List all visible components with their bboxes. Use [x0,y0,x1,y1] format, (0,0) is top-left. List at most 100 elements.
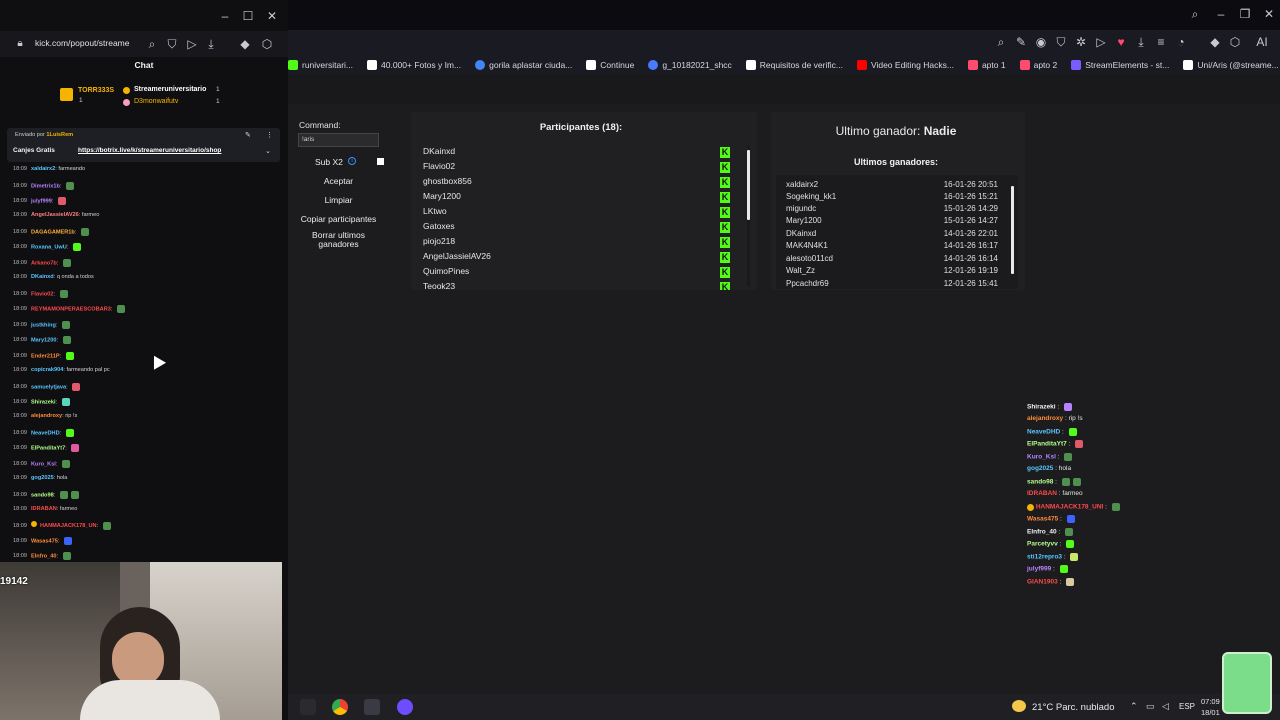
bookmark-item[interactable]: g_10182021_shcc [648,60,732,70]
bookmark-item[interactable]: Uni/Aris (@streame... [1183,60,1279,70]
play-icon[interactable]: ▷ [1094,35,1108,49]
participant-row[interactable]: DKainxd K [423,146,738,161]
bookmark-item[interactable]: Continue [586,60,634,70]
edit-icon[interactable]: ✎ [1014,35,1028,49]
chat-user[interactable]: alejandroxy [31,413,62,419]
play-icon[interactable]: ▷ [185,37,199,51]
restore-icon[interactable]: ❐ [1238,7,1252,21]
bookmark-item[interactable]: Video Editing Hacks... [856,60,954,70]
copy-participants-button[interactable]: Copiar participantes [298,212,379,226]
participant-row[interactable]: AngelJassielAV26 K [423,251,738,266]
chat-user[interactable]: sando98 [31,492,54,498]
accept-button[interactable]: Aceptar [298,174,379,188]
search-icon[interactable]: ⌕ [145,37,159,51]
close-icon[interactable]: ✕ [1262,7,1276,21]
network-icon[interactable]: ▭ [1146,701,1155,712]
clear-button[interactable]: Limpiar [298,193,379,207]
chat-user[interactable]: Shirazeki [31,399,56,405]
minimize-icon[interactable]: – [1214,7,1228,21]
chat-user[interactable]: Ender211P [31,353,60,359]
chat-user[interactable]: NeaveDHD [31,430,60,436]
bookmark-item[interactable]: StreamElements - st... [1071,60,1169,70]
chat-user[interactable]: copicrak904 [31,367,63,373]
download-icon[interactable]: ⤓ [204,37,218,51]
chat-user[interactable]: AngelJassielAV26 [31,212,79,218]
chat-user[interactable]: samuelytjava [31,384,66,390]
pinned-message[interactable]: Enviado por 1LuisRem ✎ ⋮ Canjes Gratis h… [7,128,280,162]
sub-x2-toggle-row[interactable]: Sub X2 i [298,155,388,169]
language-indicator[interactable]: ESP [1179,702,1195,711]
diamond-icon[interactable]: ◆ [1208,35,1222,49]
participant-row[interactable]: Flavio02 K [423,161,738,176]
minimize-icon[interactable]: – [218,9,232,23]
command-input[interactable]: !aris [298,133,379,147]
participant-row[interactable]: Mary1200 K [423,191,738,206]
chat-user[interactable]: DAGAGAMER1b [31,229,75,235]
clock-date[interactable]: 18/01 [1201,708,1220,717]
chat-user[interactable]: DKainxd [31,274,54,280]
search-icon[interactable]: ⌕ [1188,7,1202,21]
weather-text[interactable]: 21°C Parc. nublado [1032,702,1115,713]
diamond-icon[interactable]: ◆ [238,37,252,51]
info-icon[interactable]: i [348,157,356,165]
chat-user[interactable]: Wasas475 [31,538,58,544]
chevron-down-icon[interactable]: ⌄ [265,147,271,155]
bookmark-item[interactable]: gorila aplastar ciuda... [475,60,572,70]
chat-user[interactable]: Kuro_Ksl [31,461,56,467]
chat-user[interactable]: Mary1200 [31,337,57,343]
bookmark-item[interactable]: apto 2 [1019,60,1057,70]
bookmark-item[interactable]: 40.000+ Fotos y Im... [367,60,461,70]
extension-icon[interactable]: ✲ [1074,35,1088,49]
winners-scroll-thumb[interactable] [1011,186,1014,274]
chat-user[interactable]: REYMAMONPERAESCOBAR3 [31,306,111,312]
file-explorer-icon[interactable] [364,699,380,715]
pinned-link[interactable]: https://botrix.live/k/streameruniversita… [78,147,221,154]
popout-url[interactable]: kick.com/popout/streame [35,38,129,48]
list-icon[interactable]: ≡ [1154,35,1168,49]
chat-user[interactable]: IDRABAN [31,506,57,512]
ai-icon[interactable]: AI [1250,35,1274,49]
download-icon[interactable]: ⤓ [1134,35,1148,49]
participant-row[interactable]: QuimoPines K [423,266,738,281]
participant-row[interactable]: Gatoxes K [423,221,738,236]
chat-user[interactable]: Flavio02 [31,291,53,297]
pin-icon[interactable]: ✎ [245,131,251,139]
chrome-icon[interactable] [332,699,348,715]
clock-time[interactable]: 07:09 [1201,697,1220,706]
chat-user[interactable]: julyf999 [31,198,52,204]
bookmark-item[interactable]: runiversitari... [288,60,353,70]
participant-row[interactable]: LKtwo K [423,206,738,221]
chat-user[interactable]: justkhing [31,322,56,328]
shield-icon[interactable]: ⛉ [1054,35,1068,49]
chat-user[interactable]: Elnfro_40 [31,553,57,559]
chat-user[interactable]: gog2025 [31,475,54,481]
chat-user[interactable]: xaldairx2 [31,166,55,172]
heart-icon[interactable]: ♥ [1114,35,1128,49]
shield-icon[interactable]: ⛉ [165,37,179,51]
opera-icon[interactable] [397,699,413,715]
chat-user[interactable]: Roxana_UwU [31,244,67,250]
chat-user[interactable]: HANMAJACK178_UN [40,523,97,529]
chat-user[interactable]: Arkano7b [31,260,57,266]
delete-winners-button[interactable]: Borrar ultimos ganadores [298,231,379,251]
volume-icon[interactable]: ◁ [1162,701,1169,712]
restore-icon[interactable]: ☐ [241,9,255,23]
cube-icon[interactable]: ⬡ [1228,35,1242,49]
cube-icon[interactable]: ⬡ [260,37,274,51]
search-icon[interactable]: ⌕ [994,35,1008,49]
profile-icon[interactable]: ◔ [1174,35,1188,49]
more-options-icon[interactable]: ⋮ [266,131,273,139]
chat-user[interactable]: ElPanditaYt7 [31,445,65,451]
app-icon[interactable] [300,699,316,715]
bookmark-item[interactable]: apto 1 [967,60,1006,70]
chat-user[interactable]: Dimetrix1b [31,183,60,189]
participant-row[interactable]: ghostbox856 K [423,176,738,191]
participants-scroll-thumb[interactable] [747,150,750,220]
participant-row[interactable]: Teook23 K [423,281,738,290]
participant-row[interactable]: piojo218 K [423,236,738,251]
tray-chevron-icon[interactable]: ⌃ [1130,701,1138,712]
bookmark-item[interactable]: Requisitos de verific... [745,60,843,70]
camera-icon[interactable]: ◉ [1034,35,1048,49]
sub-x2-checkbox[interactable] [377,158,384,165]
close-icon[interactable]: ✕ [265,9,279,23]
